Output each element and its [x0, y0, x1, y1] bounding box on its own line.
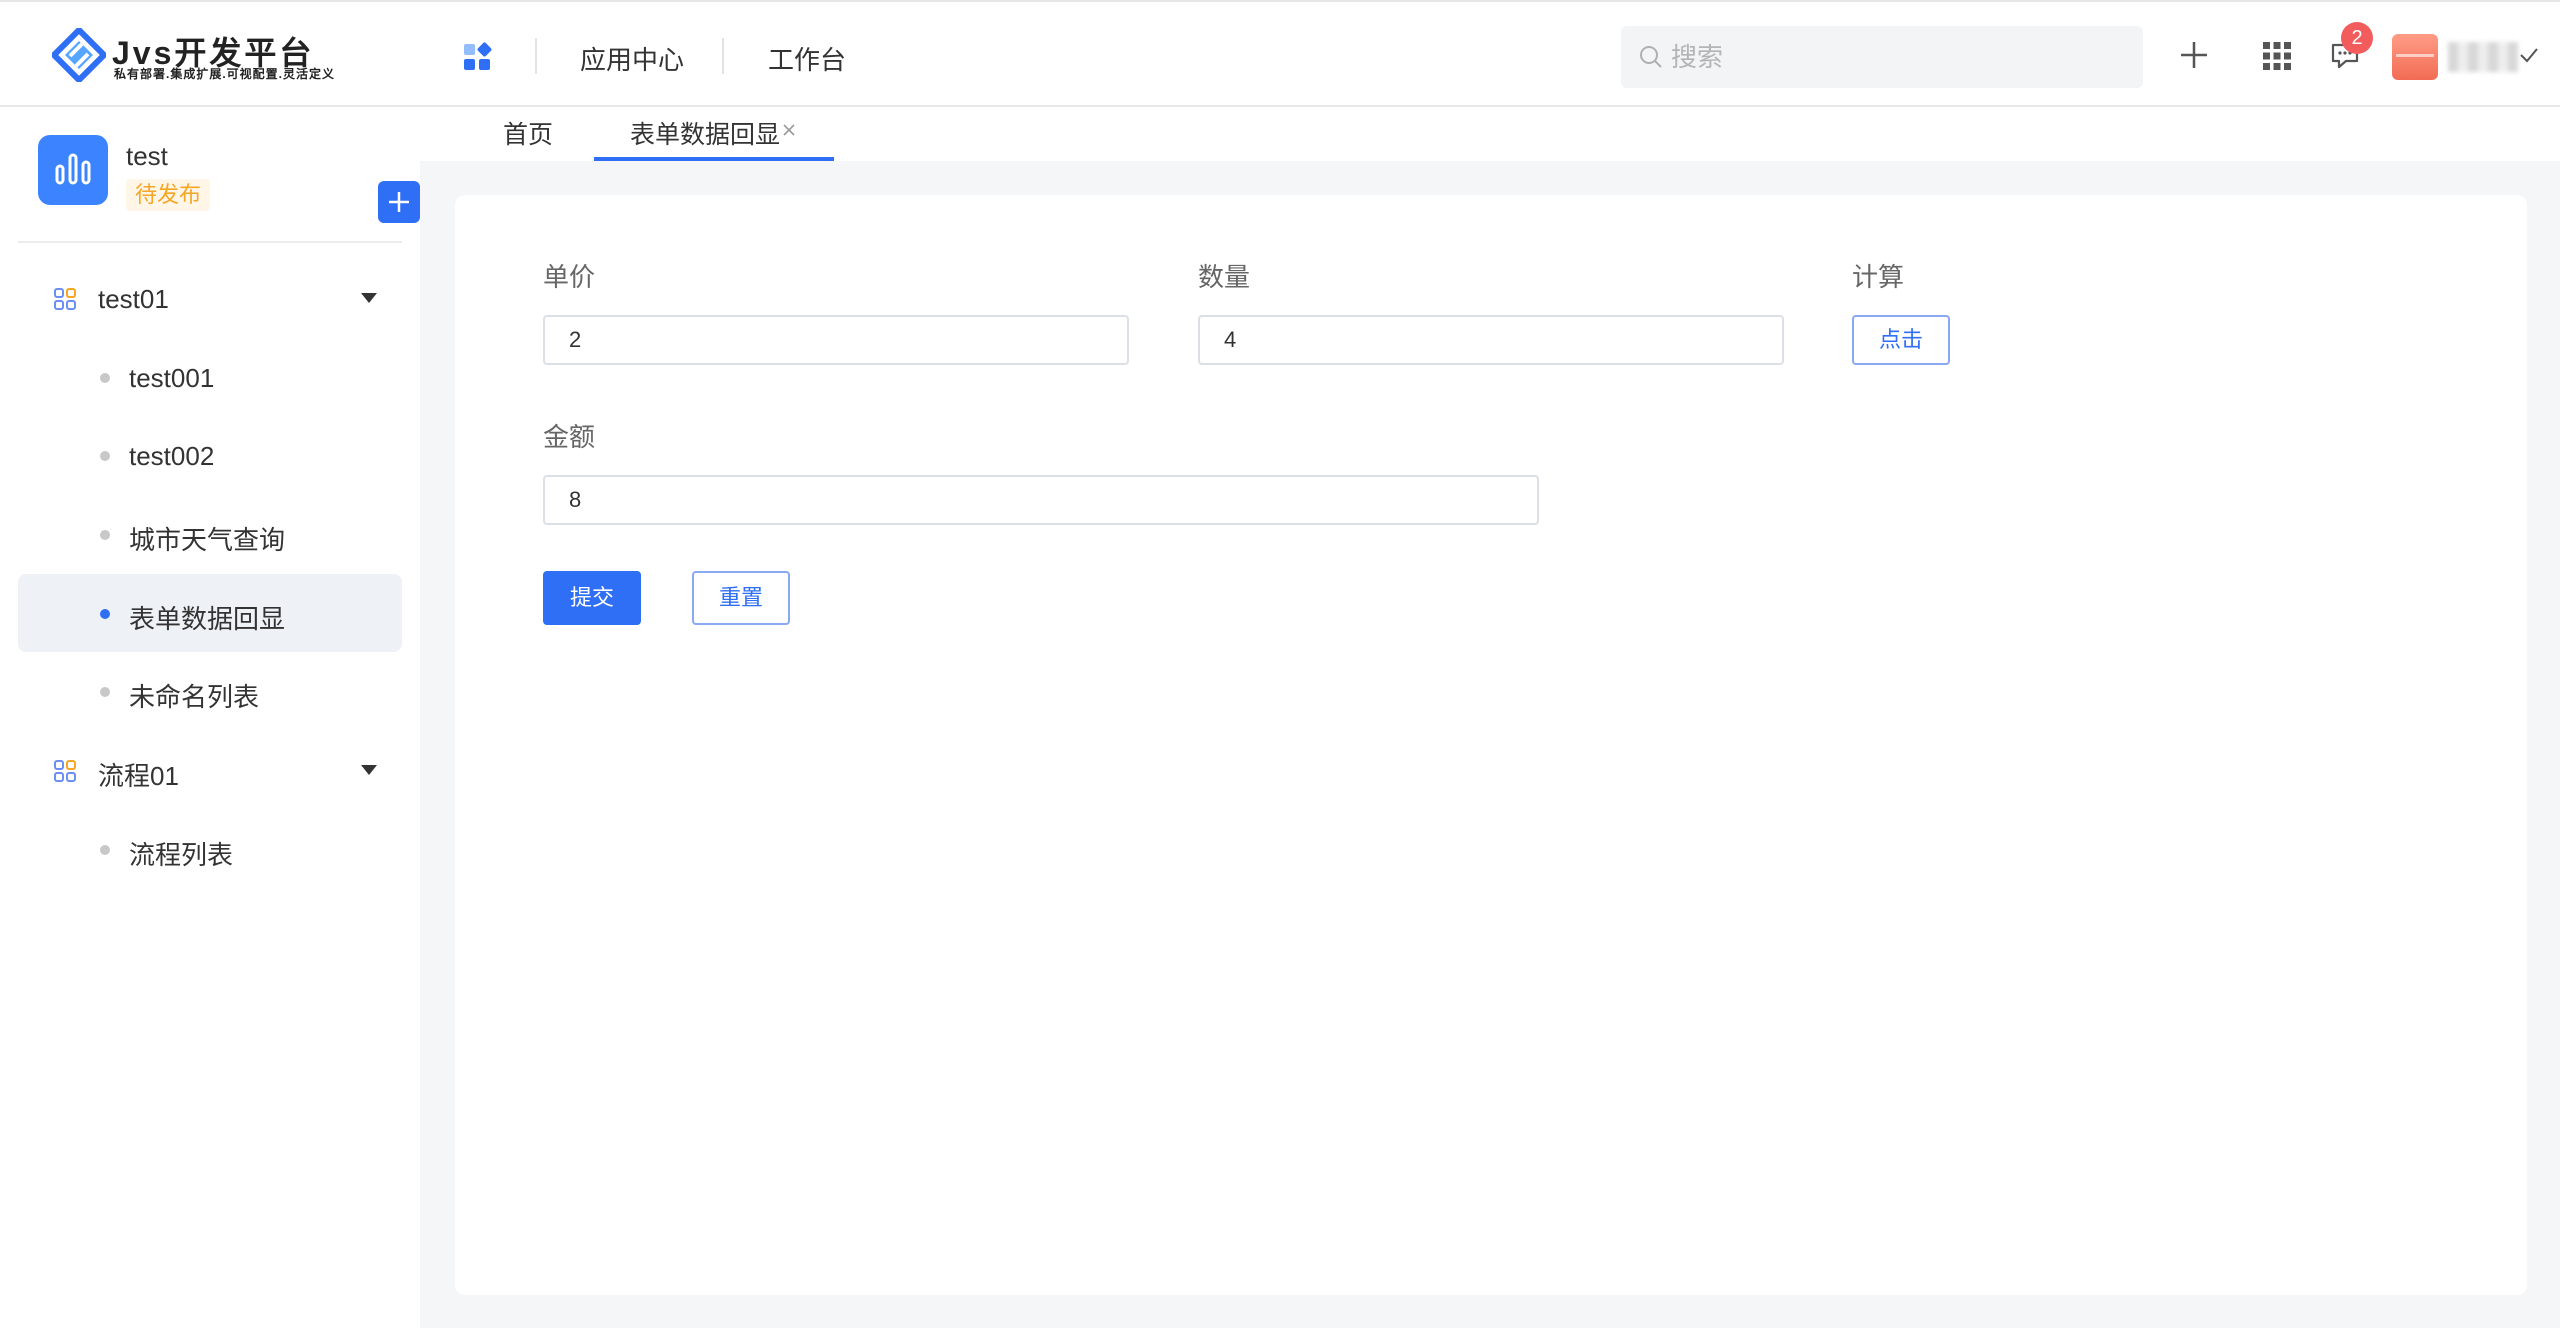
menu-item-test002[interactable]: test002: [18, 416, 402, 494]
module-icon: [54, 760, 76, 782]
menu-item-dot: [100, 373, 110, 383]
nav-divider: [535, 38, 537, 74]
nav-divider: [722, 38, 724, 74]
caret-down-icon: [361, 293, 377, 303]
search-icon: [1640, 46, 1662, 68]
unit-price-input[interactable]: [543, 315, 1129, 365]
caret-down-icon: [361, 765, 377, 775]
amount-label: 金额: [543, 422, 596, 452]
menu-item-form-echo[interactable]: 表单数据回显: [18, 574, 402, 652]
close-icon[interactable]: [782, 123, 796, 137]
nav-workbench[interactable]: 工作台: [768, 40, 846, 77]
menu-item-dot: [100, 609, 110, 619]
project-name: test: [126, 141, 168, 171]
menu-group-label: 流程01: [98, 761, 179, 791]
quantity-input[interactable]: [1198, 315, 1784, 365]
unit-price-label: 单价: [543, 262, 596, 292]
menu-item-label: test001: [129, 363, 215, 393]
tab-label: 首页: [503, 121, 554, 149]
app-window: Jvs开发平台 私有部署.集成扩展.可视配置.灵活定义 应用中心 工作台 搜索 …: [0, 0, 2560, 1328]
notification-badge: 2: [2341, 22, 2373, 54]
plus-icon[interactable]: [2179, 40, 2209, 70]
reset-button[interactable]: 重置: [692, 571, 790, 625]
plus-icon: [389, 192, 409, 212]
apps-grid-icon[interactable]: [462, 42, 492, 72]
top-header: Jvs开发平台 私有部署.集成扩展.可视配置.灵活定义 应用中心 工作台 搜索 …: [0, 2, 2560, 107]
logo-slogan: 私有部署.集成扩展.可视配置.灵活定义: [114, 67, 336, 81]
submit-button[interactable]: 提交: [543, 571, 641, 625]
menu-item-label: 表单数据回显: [129, 604, 286, 634]
add-button[interactable]: [378, 181, 420, 223]
search-input[interactable]: [1671, 26, 2131, 88]
avatar[interactable]: [2392, 34, 2438, 80]
quantity-label: 数量: [1198, 262, 1251, 292]
check-icon: [2520, 48, 2538, 63]
menu-item-dot: [100, 530, 110, 540]
menu-item-dot: [100, 451, 110, 461]
tab-form-echo[interactable]: 表单数据回显: [594, 115, 834, 161]
menu-item-process-list[interactable]: 流程列表: [18, 810, 402, 888]
tab-bar: 首页 表单数据回显: [420, 109, 2560, 161]
avatar-stripe: [2396, 54, 2434, 57]
menu-group-process01[interactable]: 流程01: [18, 740, 402, 800]
menu-item-dot: [100, 845, 110, 855]
tab-label: 表单数据回显: [630, 121, 781, 149]
search-box[interactable]: [1621, 26, 2143, 88]
tab-home[interactable]: 首页: [503, 115, 554, 161]
nav-app-center[interactable]: 应用中心: [580, 40, 684, 77]
sidebar: test 待发布 test01 test001 test002 城市天气查询 表…: [0, 109, 420, 1328]
calculate-button[interactable]: 点击: [1852, 315, 1950, 365]
project-chart-icon: [38, 135, 108, 205]
project-card: test 待发布: [38, 135, 420, 225]
menu-item-label: test002: [129, 441, 215, 471]
form-panel: 单价 数量 计算 点击 金额 提交 重置: [455, 195, 2527, 1295]
menu-item-city-weather[interactable]: 城市天气查询: [18, 495, 402, 573]
module-icon: [54, 288, 76, 310]
grid-icon[interactable]: [2263, 42, 2291, 70]
menu-group-test01[interactable]: test01: [18, 268, 402, 328]
logo-icon: [52, 28, 106, 82]
logo[interactable]: Jvs开发平台 私有部署.集成扩展.可视配置.灵活定义: [52, 26, 352, 82]
menu-item-unnamed-list[interactable]: 未命名列表: [18, 652, 402, 730]
main-content: 首页 表单数据回显 单价 数量 计算 点击 金额 提交 重置: [420, 109, 2560, 1328]
amount-input[interactable]: [543, 475, 1539, 525]
menu-group-label: test01: [98, 284, 169, 314]
menu-item-label: 未命名列表: [129, 682, 260, 712]
status-badge: 待发布: [126, 179, 211, 211]
calculate-label: 计算: [1852, 262, 1905, 292]
menu-item-label: 城市天气查询: [129, 525, 286, 555]
username-blurred[interactable]: [2448, 42, 2518, 72]
menu-item-test001[interactable]: test001: [18, 338, 402, 416]
menu-item-label: 流程列表: [129, 840, 234, 870]
menu-item-dot: [100, 687, 110, 697]
sidebar-divider: [18, 241, 402, 243]
